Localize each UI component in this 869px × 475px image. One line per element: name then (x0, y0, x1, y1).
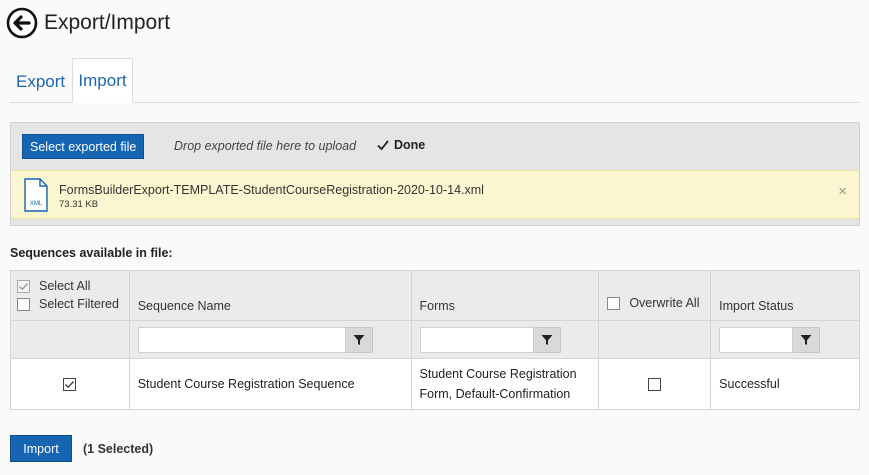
xml-file-icon-label: XML (30, 201, 43, 207)
import-status-filter-button[interactable] (793, 326, 821, 353)
select-exported-file-button[interactable]: Select exported file (22, 134, 145, 159)
file-size: 73.31 KB (59, 199, 99, 210)
forms-filter-cell (410, 320, 600, 359)
select-all-label: Select All (39, 279, 91, 293)
sequence-name-cell: Student Course Registration Sequence (128, 358, 412, 410)
filter-funnel-icon (353, 334, 365, 345)
file-name: FormsBuilderExport-TEMPLATE-StudentCours… (59, 183, 484, 197)
overwrite-all-option[interactable]: Overwrite All (607, 295, 704, 311)
select-all-checkbox[interactable] (17, 279, 30, 293)
check-icon (377, 140, 389, 151)
tab-bar: Export Import (10, 58, 860, 103)
overwrite-all-header: Overwrite All (598, 270, 712, 321)
sequence-name-filter-cell (128, 320, 412, 359)
sequences-table: Select All Select Filtered Sequence Name… (10, 270, 860, 410)
select-all-option[interactable]: Select All (17, 278, 123, 294)
import-button[interactable]: Import (10, 435, 72, 462)
back-arrow-icon[interactable] (6, 7, 38, 39)
overwrite-all-checkbox[interactable] (607, 296, 621, 310)
select-filtered-checkbox[interactable] (17, 297, 30, 311)
check-icon (65, 381, 75, 389)
row-select-cell (10, 358, 130, 410)
upload-status: Done (376, 138, 425, 152)
upload-status-label: Done (394, 138, 426, 152)
empty-filter-cell (598, 320, 712, 359)
filter-funnel-icon (541, 334, 553, 345)
import-status-header[interactable]: Import Status (710, 270, 860, 321)
row-select-checkbox[interactable] (63, 378, 77, 392)
xml-file-icon: XML (24, 178, 48, 212)
remove-file-icon[interactable]: × (838, 183, 847, 200)
forms-header[interactable]: Forms (410, 270, 600, 321)
forms-filter-button[interactable] (533, 326, 561, 353)
tab-export[interactable]: Export (10, 62, 71, 102)
import-status-cell: Successful (710, 358, 860, 410)
table-header-row: Select All Select Filtered Sequence Name… (10, 270, 860, 321)
select-filtered-option[interactable]: Select Filtered (17, 296, 123, 312)
sequences-heading: Sequences available in file: (10, 246, 173, 260)
import-status-filter-cell (710, 320, 860, 359)
forms-cell: Student Course Registration Form, Defaul… (410, 358, 600, 410)
import-status-filter-input[interactable] (719, 326, 794, 353)
row-overwrite-checkbox[interactable] (648, 378, 662, 392)
overwrite-cell (598, 358, 712, 410)
page-header: Export/Import (6, 6, 170, 40)
uploaded-file-row: XML FormsBuilderExport-TEMPLATE-StudentC… (11, 170, 859, 219)
check-icon (19, 282, 29, 290)
forms-filter-input[interactable] (419, 326, 534, 353)
table-row: Student Course Registration Sequence Stu… (10, 358, 860, 410)
drop-zone-hint[interactable]: Drop exported file here to upload (174, 139, 356, 153)
overwrite-all-label: Overwrite All (629, 296, 700, 310)
filter-row (10, 320, 860, 359)
sequence-name-filter-input[interactable] (137, 326, 346, 353)
sequence-name-filter-button[interactable] (345, 326, 373, 353)
selected-count: (1 Selected) (83, 442, 154, 456)
page-title: Export/Import (44, 11, 171, 34)
empty-filter-cell (10, 320, 130, 359)
select-filtered-label: Select Filtered (39, 297, 119, 311)
tab-import[interactable]: Import (72, 58, 133, 103)
sequence-name-header[interactable]: Sequence Name (128, 270, 412, 321)
select-column-header: Select All Select Filtered (10, 270, 130, 321)
upload-panel: Select exported file Drop exported file … (10, 122, 860, 226)
filter-funnel-icon (800, 334, 812, 345)
